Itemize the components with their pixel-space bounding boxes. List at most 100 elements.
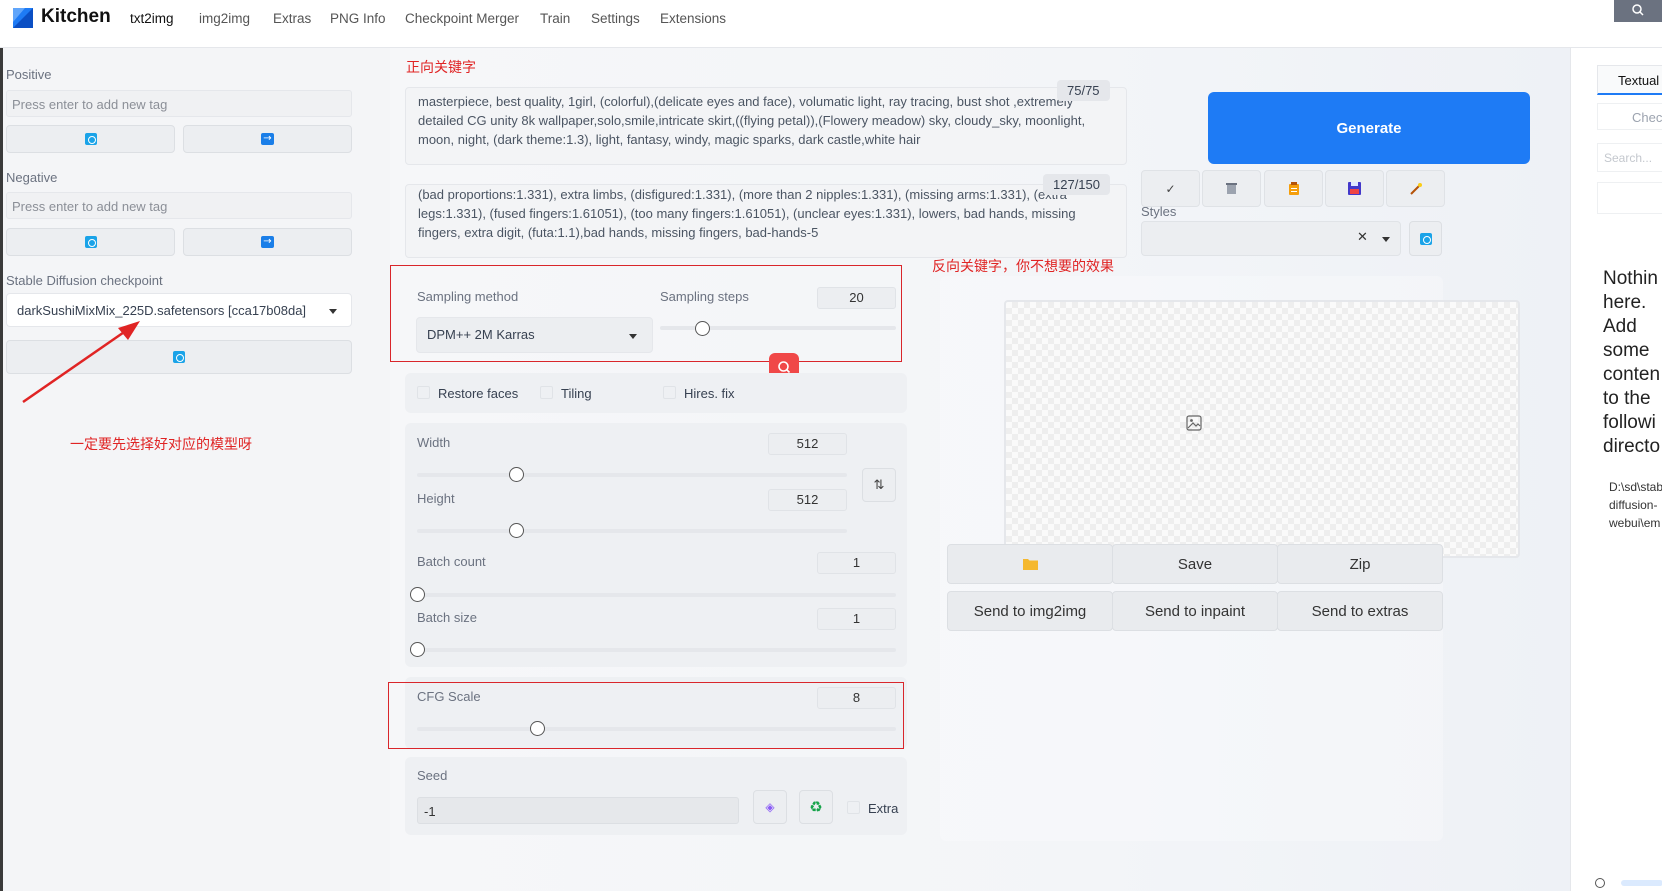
positive-tag-input[interactable]: Press enter to add new tag — [6, 90, 352, 117]
recycle-icon: ♻ — [809, 798, 823, 816]
batch-count-input[interactable]: 1 — [817, 552, 896, 574]
kitchen-logo-icon — [13, 8, 33, 28]
positive-prompt-text: masterpiece, best quality, 1girl, (color… — [418, 94, 1086, 147]
batch-count-slider[interactable] — [410, 587, 425, 602]
zoom-icon[interactable] — [1595, 878, 1605, 888]
empty-line: to the — [1603, 388, 1651, 409]
cfg-scale-slider[interactable] — [529, 721, 545, 736]
extra-networks-button[interactable] — [1386, 170, 1445, 207]
tab-textual-inversion[interactable]: Textual I — [1597, 65, 1662, 95]
tab-txt2img[interactable]: txt2img — [130, 11, 174, 26]
tiling-label: Tiling — [561, 386, 592, 401]
random-seed-button[interactable]: ◈ — [753, 790, 787, 824]
network-search-input[interactable]: Search... — [1597, 143, 1662, 172]
path-line: diffusion- — [1609, 498, 1658, 512]
arrow-right-icon: → — [261, 133, 274, 145]
seed-input[interactable]: -1 — [417, 797, 739, 824]
cfg-scale-input[interactable]: 8 — [817, 687, 896, 709]
width-input[interactable]: 512 — [768, 433, 847, 455]
sampling-method-label: Sampling method — [417, 289, 519, 304]
sampling-steps-label: Sampling steps — [660, 289, 749, 304]
negative-prompt-text: (morbid:1.21), (mutilated:1.21), (tranny… — [418, 187, 1076, 240]
empty-line: some — [1603, 340, 1650, 361]
tab-png-info[interactable]: PNG Info — [330, 11, 386, 26]
app-logo-text: Kitchen — [41, 6, 111, 27]
sampling-steps-input[interactable]: 20 — [817, 287, 896, 309]
refresh-icon — [84, 236, 97, 248]
tab-checkpoint-merger[interactable]: Checkpoint Merger — [405, 11, 519, 26]
negative-send-button[interactable]: → — [183, 228, 352, 256]
floppy-disk-icon — [1348, 182, 1361, 195]
read-params-button[interactable]: ✓ — [1141, 170, 1200, 207]
dice-icon: ◈ — [765, 800, 775, 814]
clear-prompt-button[interactable] — [1202, 170, 1261, 207]
empty-line: directo — [1603, 436, 1661, 457]
extra-seed-label: Extra — [868, 801, 899, 816]
batch-size-input[interactable]: 1 — [817, 608, 896, 630]
empty-line: Add — [1603, 316, 1637, 337]
tab-train[interactable]: Train — [540, 11, 570, 26]
positive-token-counter: 75/75 — [1057, 80, 1110, 101]
embeddings-path: D:\sd\stab diffusion- webui\em — [1609, 478, 1662, 532]
styles-refresh-button[interactable] — [1409, 221, 1442, 256]
checkpoint-value: darkSushiMixMix_225D.safetensors [cca17b… — [17, 303, 307, 318]
dropdown-caret-icon — [1382, 237, 1390, 242]
top-search-button[interactable] — [1614, 0, 1662, 22]
positive-prompt-textarea[interactable]: masterpiece, best quality, 1girl, (color… — [405, 87, 1127, 165]
zoom-slider[interactable] — [1621, 880, 1662, 886]
height-slider[interactable] — [508, 523, 524, 538]
negative-label: Negative — [6, 170, 58, 185]
positive-annotation: 正向关键字 — [406, 60, 476, 76]
check-button[interactable]: Check — [1597, 103, 1662, 130]
width-track — [417, 473, 847, 477]
dropdown-caret-icon — [329, 309, 337, 314]
empty-line: Nothin — [1603, 268, 1658, 289]
tab-settings[interactable]: Settings — [591, 11, 640, 26]
tab-extras[interactable]: Extras — [273, 11, 311, 26]
annotation-arrow — [22, 321, 140, 404]
clear-icon: ✕ — [1357, 230, 1368, 245]
path-line: D:\sd\stab — [1609, 480, 1662, 494]
zip-button[interactable]: Zip — [1277, 544, 1443, 584]
cfg-scale-track — [417, 727, 896, 731]
sampling-method-value: DPM++ 2M Karras — [427, 327, 535, 342]
positive-send-button[interactable]: → — [183, 125, 352, 153]
negative-prompt-textarea[interactable]: (morbid:1.21), (mutilated:1.21), (tranny… — [405, 184, 1127, 258]
tab-extensions[interactable]: Extensions — [660, 11, 726, 26]
trash-icon — [1226, 183, 1237, 194]
negative-tag-input[interactable]: Press enter to add new tag — [6, 192, 352, 219]
batch-size-slider[interactable] — [410, 642, 425, 657]
reuse-seed-button[interactable]: ♻ — [799, 790, 833, 824]
empty-line: followi — [1603, 412, 1656, 433]
generate-button[interactable]: Generate — [1208, 92, 1530, 164]
restore-faces-checkbox[interactable] — [417, 386, 430, 399]
hires-fix-checkbox[interactable] — [663, 386, 676, 399]
height-track — [417, 529, 847, 533]
height-input[interactable]: 512 — [768, 489, 847, 511]
paste-style-button[interactable] — [1264, 170, 1323, 207]
empty-line: conten — [1603, 364, 1661, 385]
send-to-inpaint-button[interactable]: Send to inpaint — [1112, 591, 1278, 631]
tab-img2img[interactable]: img2img — [199, 11, 250, 26]
save-button[interactable]: Save — [1112, 544, 1278, 584]
search-icon — [778, 361, 791, 374]
sampling-method-select[interactable]: DPM++ 2M Karras — [416, 317, 653, 353]
checkpoint-label: Stable Diffusion checkpoint — [6, 273, 163, 288]
search-icon — [1632, 4, 1644, 16]
extra-seed-checkbox[interactable] — [847, 801, 860, 814]
save-style-button[interactable] — [1325, 170, 1384, 207]
width-slider[interactable] — [508, 467, 524, 482]
swap-dimensions-button[interactable]: ⇅ — [862, 468, 896, 502]
checkpoint-annotation: 一定要先选择好对应的模型呀 — [70, 437, 252, 453]
tiling-checkbox[interactable] — [540, 386, 553, 399]
styles-select[interactable]: ✕ — [1141, 221, 1401, 256]
empty-message: Nothin here. Add some conten to the foll… — [1603, 267, 1660, 459]
positive-refresh-button[interactable] — [6, 125, 175, 153]
path-line: webui\em — [1609, 516, 1661, 530]
negative-refresh-button[interactable] — [6, 228, 175, 256]
open-folder-button[interactable] — [947, 544, 1113, 584]
arrow-right-icon: → — [261, 236, 274, 248]
send-to-extras-button[interactable]: Send to extras — [1277, 591, 1443, 631]
styles-label: Styles — [1141, 204, 1177, 219]
send-to-img2img-button[interactable]: Send to img2img — [947, 591, 1113, 631]
